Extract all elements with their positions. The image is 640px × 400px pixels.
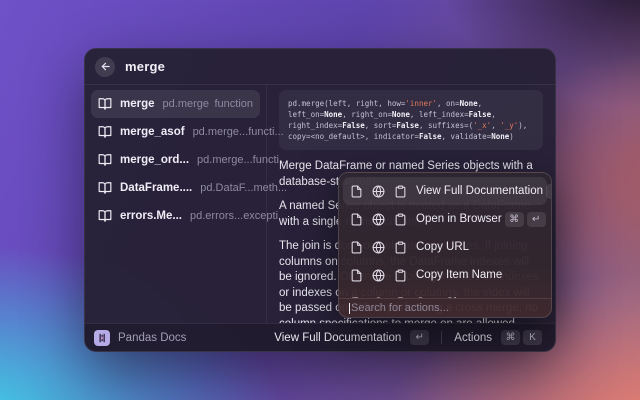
globe-icon (372, 185, 385, 198)
action-menu-popover: View Full Documentation ↵ Open in Browse… (338, 172, 552, 318)
menu-item-label: Copy URL (416, 241, 469, 253)
signature-code-block: pd.merge(left, right, how='inner', on=No… (279, 90, 543, 150)
code-segment: '_y' (500, 121, 518, 130)
command-key-badge: ⌘ (505, 212, 524, 227)
list-item-accessory: function (214, 98, 253, 110)
footer-actions: View Full Documentation ↵ Actions ⌘ K (270, 328, 546, 347)
menu-item-shortcuts: ↵ (543, 184, 551, 199)
status-bar: Pandas Docs View Full Documentation ↵ Ac… (85, 323, 555, 351)
code-segment: False (419, 132, 442, 141)
list-item-title: merge_asof (120, 126, 185, 138)
menu-item-shortcuts: ⌘↵ (502, 212, 546, 227)
document-icon (350, 241, 363, 254)
arrow-left-icon (100, 61, 111, 72)
command-key-badge: ⌘ (501, 330, 520, 345)
code-segment: '_x' (473, 121, 491, 130)
book-open-icon (98, 153, 112, 167)
code-segment: False (469, 110, 492, 119)
code-segment: , suffixes=( (419, 121, 473, 130)
list-item[interactable]: DataFrame.... pd.DataF... meth... (91, 174, 260, 202)
window-header: merge (85, 49, 555, 85)
pandas-logo-icon (94, 330, 110, 346)
code-segment: , validate= (442, 132, 492, 141)
code-segment: 'inner' (405, 99, 437, 108)
text-cursor (349, 303, 350, 314)
list-item-subtitle: pd.DataF... (200, 182, 253, 194)
app-chip[interactable]: Pandas Docs (94, 330, 186, 346)
document-icon (350, 269, 363, 282)
document-icon (350, 185, 363, 198)
list-item-subtitle: pd.merge... (197, 154, 253, 166)
list-item-subtitle: pd.merge (163, 98, 209, 110)
return-key-badge: ↵ (410, 330, 429, 345)
menu-item[interactable]: Open in Browser ⌘↵ (343, 205, 547, 233)
list-item[interactable]: errors.Me... pd.errors... excepti... (91, 202, 260, 230)
book-open-icon (98, 209, 112, 223)
code-segment: , (491, 121, 500, 130)
book-open-icon (98, 181, 112, 195)
book-open-icon (98, 97, 112, 111)
menu-item[interactable]: Copy Signature (343, 289, 547, 298)
primary-action-label: View Full Documentation (274, 332, 401, 344)
code-segment: , left_index= (410, 110, 469, 119)
return-key-badge: ↵ (527, 212, 546, 227)
code-segment: None (324, 110, 342, 119)
actions-label: Actions (454, 332, 492, 344)
primary-action-button[interactable]: View Full Documentation ↵ (270, 328, 433, 347)
list-item-subtitle: pd.merge... (193, 126, 249, 138)
code-segment: None (460, 99, 478, 108)
code-segment: pd.merge(left, right, how= (288, 99, 405, 108)
menu-item-label: Open in Browser (416, 213, 502, 225)
menu-item[interactable]: Copy URL (343, 233, 547, 261)
list-item[interactable]: merge pd.merge function (91, 90, 260, 118)
clipboard-icon (394, 241, 407, 254)
code-segment: , on= (437, 99, 460, 108)
list-item-title: merge (120, 98, 155, 110)
code-segment: None (392, 110, 410, 119)
page-title: merge (125, 59, 165, 74)
return-key-badge: ↵ (546, 184, 551, 199)
k-key-badge: K (523, 330, 542, 345)
globe-icon (372, 213, 385, 226)
clipboard-icon (394, 269, 407, 282)
list-item-subtitle: pd.errors... (190, 210, 243, 222)
action-menu-list: View Full Documentation ↵ Open in Browse… (339, 173, 551, 298)
menu-item-label: Copy Item Name (416, 269, 502, 281)
code-segment: False (396, 121, 419, 130)
document-icon (350, 213, 363, 226)
action-search-input[interactable]: Search for actions... (339, 298, 551, 317)
list-item[interactable]: merge_asof pd.merge... functi... (91, 118, 260, 146)
clipboard-icon (394, 213, 407, 226)
globe-icon (372, 269, 385, 282)
menu-item[interactable]: View Full Documentation ↵ (343, 177, 547, 205)
actions-button[interactable]: Actions ⌘ K (450, 328, 546, 347)
code-segment: , right_on= (342, 110, 392, 119)
list-item-title: errors.Me... (120, 210, 182, 222)
back-button[interactable] (95, 57, 115, 77)
list-item-title: DataFrame.... (120, 182, 192, 194)
book-open-icon (98, 125, 112, 139)
app-name: Pandas Docs (118, 332, 186, 344)
list-item-title: merge_ord... (120, 154, 189, 166)
footer-divider (441, 331, 442, 344)
action-search-placeholder: Search for actions... (351, 302, 449, 314)
list-item[interactable]: merge_ord... pd.merge... functi... (91, 146, 260, 174)
clipboard-icon (394, 185, 407, 198)
globe-icon (372, 241, 385, 254)
menu-item[interactable]: Copy Item Name (343, 261, 547, 289)
menu-item-label: View Full Documentation (416, 185, 543, 197)
results-list: merge pd.merge function merge_asof pd.me… (85, 85, 267, 323)
code-segment: ) (509, 132, 514, 141)
code-segment: False (342, 121, 365, 130)
code-segment: , sort= (365, 121, 397, 130)
code-segment: None (491, 132, 509, 141)
